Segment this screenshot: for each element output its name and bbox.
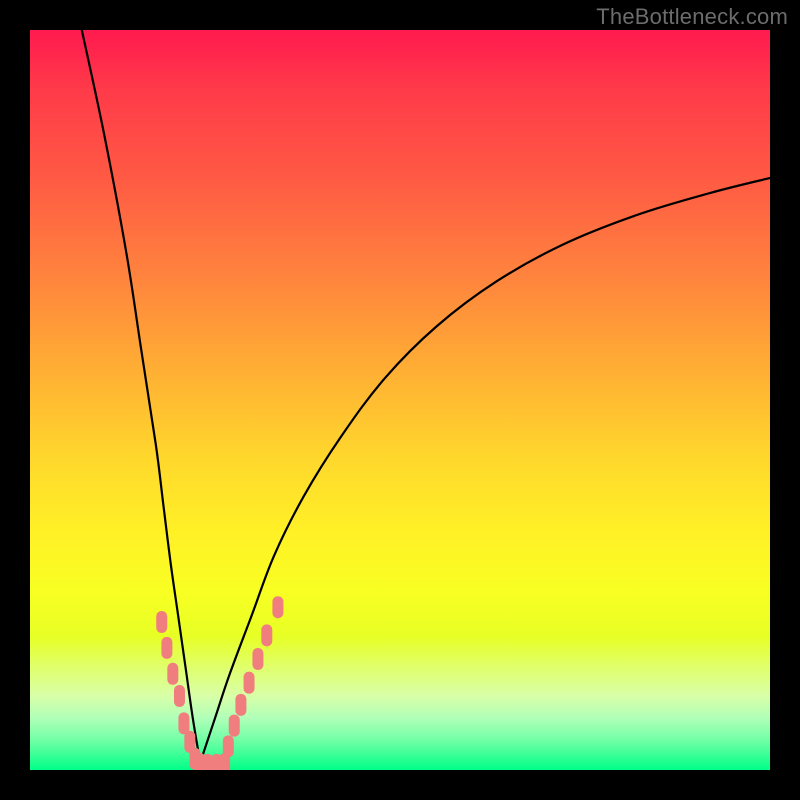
curve-bottleneck-right (200, 178, 770, 763)
marker-point (184, 731, 195, 753)
marker-point (261, 624, 272, 646)
marker-point (229, 715, 240, 737)
marker-point (235, 694, 246, 716)
marker-point (161, 637, 172, 659)
curve-bottleneck-left (82, 30, 200, 763)
plot-area (30, 30, 770, 770)
marker-point (272, 596, 283, 618)
marker-point (156, 611, 167, 633)
bottleneck-curve (30, 30, 770, 770)
marker-point (174, 685, 185, 707)
watermark-text: TheBottleneck.com (596, 4, 788, 30)
marker-point (244, 672, 255, 694)
marker-point (178, 712, 189, 734)
marker-point (202, 754, 213, 770)
marker-point (219, 753, 230, 770)
marker-point (252, 648, 263, 670)
marker-point (223, 735, 234, 757)
marker-point (167, 663, 178, 685)
marker-point (195, 753, 206, 770)
marker-point (211, 754, 222, 770)
marker-point (190, 748, 201, 770)
chart-frame: TheBottleneck.com (0, 0, 800, 800)
